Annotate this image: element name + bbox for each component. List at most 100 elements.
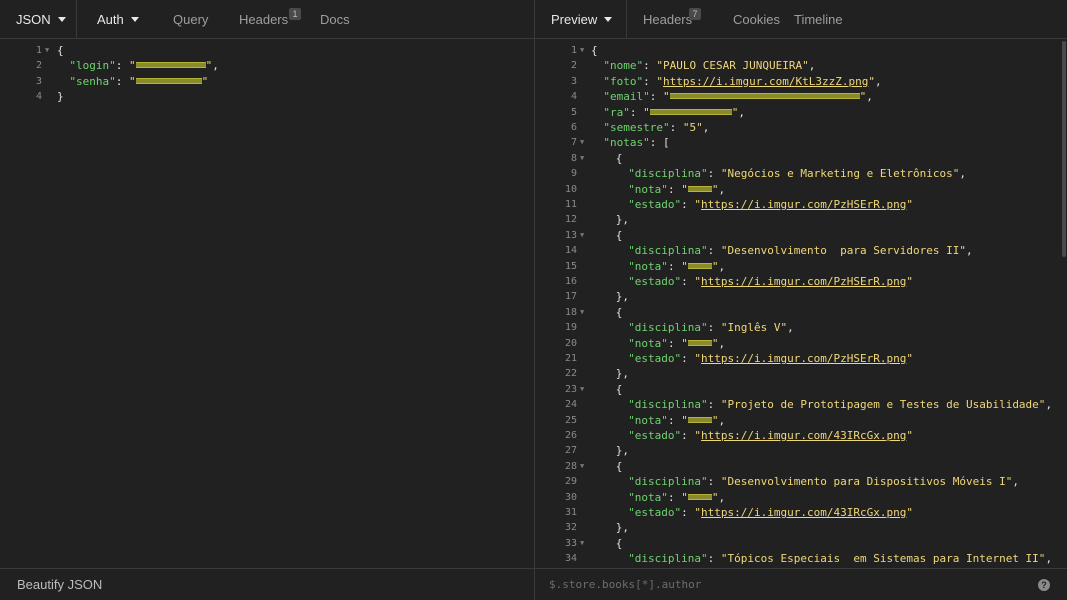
- code-line: 3 "foto": "https://i.imgur.com/KtL3zzZ.pn…: [535, 74, 1067, 89]
- code-line: 14 "disciplina": "Desenvolvimento para Se…: [535, 243, 1067, 258]
- json-punctuation: :: [667, 413, 682, 427]
- json-punctuation: :: [667, 336, 682, 350]
- json-punctuation: {: [615, 305, 623, 319]
- code-text: "nota": " ",: [628, 336, 725, 351]
- fold-arrow-icon[interactable]: ▼: [580, 228, 584, 243]
- line-number: 5: [570, 106, 577, 118]
- json-string: ": [681, 259, 688, 273]
- json-string: ": [681, 182, 688, 196]
- line-number: 3: [570, 75, 577, 87]
- json-punctuation: ,: [718, 413, 726, 427]
- tab-query[interactable]: Query: [157, 0, 224, 38]
- fold-arrow-icon[interactable]: ▼: [580, 151, 584, 166]
- scrollbar-thumb[interactable]: [1062, 41, 1066, 257]
- json-string: ": [681, 490, 688, 504]
- json-punctuation: :: [707, 167, 721, 181]
- json-punctuation: :: [629, 105, 644, 119]
- json-punctuation: ,: [212, 59, 219, 73]
- json-punctuation: :: [667, 490, 682, 504]
- json-string: "Desenvolvimento para Dispositivos Móvei…: [720, 475, 1013, 489]
- code-line: 21 "estado": "https://i.imgur.com/PzHSErR…: [535, 351, 1067, 366]
- line-number: 30: [564, 491, 577, 503]
- json-string: ": [201, 74, 209, 88]
- code-line: 19 "disciplina": "Inglês V",: [535, 320, 1067, 335]
- code-line: 2 "nome": "PAULO CESAR JUNQUEIRA",: [535, 58, 1067, 73]
- tab-headers[interactable]: Headers 1: [224, 0, 318, 38]
- json-url-link[interactable]: https://i.imgur.com/PzHSErR.png: [701, 198, 906, 211]
- json-string: ": [681, 413, 688, 427]
- code-line: 11 "estado": "https://i.imgur.com/PzHSErR…: [535, 197, 1067, 212]
- code-line: 33 ▼ {: [535, 536, 1067, 551]
- request-pane: JSON Auth Query Headers 1 Docs 1 ▼{2 "logi…: [0, 0, 535, 600]
- line-number: 23: [564, 383, 577, 395]
- json-string: ": [906, 352, 913, 365]
- tab-docs[interactable]: Docs: [318, 0, 378, 38]
- json-punctuation: ,: [718, 336, 726, 350]
- json-key: "semestre": [603, 121, 670, 134]
- fold-arrow-icon[interactable]: ▼: [580, 459, 584, 474]
- code-text: "email": " ",: [603, 89, 872, 104]
- json-punctuation: {: [615, 382, 623, 396]
- response-preview[interactable]: 1 ▼{2 "nome": "PAULO CESAR JUNQUEIRA", 3 "fo…: [535, 39, 1067, 568]
- line-number: 34: [564, 553, 577, 565]
- json-punctuation: ,: [965, 244, 973, 258]
- json-punctuation: :: [707, 244, 721, 258]
- json-string: "Desenvolvimento para Servidores II": [720, 244, 966, 258]
- json-url-link[interactable]: https://i.imgur.com/PzHSErR.png: [701, 352, 906, 365]
- response-filter-input[interactable]: [549, 573, 1009, 596]
- fold-arrow-icon[interactable]: ▼: [45, 43, 49, 58]
- json-key: "nota": [628, 413, 668, 427]
- response-scrollbar[interactable]: [1061, 39, 1067, 568]
- tab-timeline[interactable]: Timeline: [794, 0, 874, 38]
- tab-body-json[interactable]: JSON: [0, 0, 77, 38]
- code-text: "estado": "https://i.imgur.com/PzHSErR.p…: [628, 351, 913, 366]
- json-key: "nota": [628, 490, 668, 504]
- json-key: "disciplina": [628, 552, 708, 566]
- tab-response-headers[interactable]: Headers 7: [627, 0, 718, 38]
- tab-query-label: Query: [173, 11, 209, 27]
- json-punctuation: :: [681, 275, 695, 288]
- json-punctuation: ,: [702, 121, 710, 134]
- redacted-value: [669, 93, 860, 100]
- insomnia-app: JSON Auth Query Headers 1 Docs 1 ▼{2 "logi…: [0, 0, 1067, 600]
- code-text: },: [616, 520, 629, 535]
- json-url-link[interactable]: https://i.imgur.com/43IRcGx.png: [701, 506, 906, 519]
- line-number: 4: [570, 91, 577, 103]
- code-text: "estado": "https://i.imgur.com/43IRcGx.p…: [628, 428, 913, 443]
- redacted-value: [135, 62, 206, 69]
- json-url-link[interactable]: https://i.imgur.com/KtL3zzZ.png: [663, 75, 868, 88]
- json-url-link[interactable]: https://i.imgur.com/PzHSErR.png: [701, 275, 906, 288]
- tab-auth[interactable]: Auth: [77, 0, 157, 38]
- json-punctuation: :: [707, 321, 721, 335]
- line-number: 12: [564, 214, 577, 226]
- response-footer: ?: [535, 568, 1067, 600]
- json-string: ": [681, 336, 688, 350]
- fold-arrow-icon[interactable]: ▼: [580, 536, 584, 551]
- request-body-editor[interactable]: 1 ▼{2 "login": " ", 3 "senha": " " 4}: [0, 39, 534, 568]
- line-number: 1: [35, 45, 42, 56]
- tab-cookies-label: Cookies: [733, 11, 780, 27]
- line-number: 3: [35, 75, 42, 87]
- json-punctuation: :: [707, 398, 721, 412]
- fold-arrow-icon[interactable]: ▼: [580, 135, 584, 150]
- fold-arrow-icon[interactable]: ▼: [580, 382, 584, 397]
- line-number: 14: [564, 245, 577, 257]
- json-punctuation: :: [669, 121, 683, 134]
- tab-preview[interactable]: Preview: [535, 0, 627, 38]
- help-icon[interactable]: ?: [1038, 579, 1050, 591]
- json-punctuation: {: [615, 228, 623, 242]
- json-url-link[interactable]: https://i.imgur.com/43IRcGx.png: [701, 429, 906, 442]
- json-punctuation: :: [649, 90, 663, 104]
- tab-cookies[interactable]: Cookies: [718, 0, 794, 38]
- json-key: "nota": [628, 182, 668, 196]
- line-number: 31: [564, 507, 577, 518]
- code-text: },: [616, 212, 629, 227]
- code-line: 29 "disciplina": "Desenvolvimento para Di…: [535, 474, 1067, 489]
- fold-arrow-icon[interactable]: ▼: [580, 43, 584, 58]
- code-text: {: [57, 43, 64, 58]
- code-text: "disciplina": "Projeto de Prototipagem e…: [628, 397, 1052, 412]
- json-punctuation: :: [707, 552, 721, 566]
- fold-arrow-icon[interactable]: ▼: [580, 305, 584, 320]
- json-punctuation: ,: [718, 182, 726, 196]
- beautify-json-button[interactable]: Beautify JSON: [0, 577, 102, 592]
